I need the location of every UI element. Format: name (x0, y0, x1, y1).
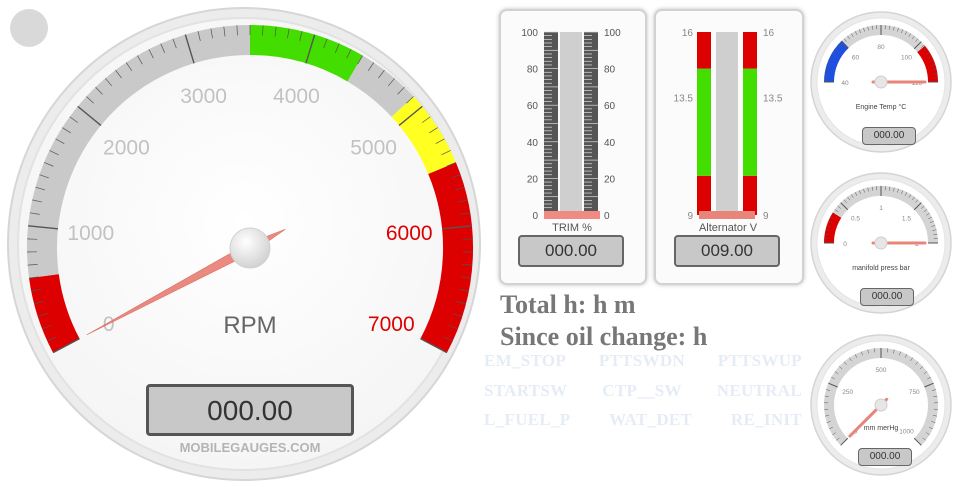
status-l-fuel-p: L_FUEL_P (484, 410, 571, 429)
vacuum-readout-value: 000.00 (869, 451, 901, 462)
tach-tick-label: 5000 (350, 136, 397, 159)
trim-scale-label: 80 (604, 65, 616, 76)
manifold-needle-hub (874, 236, 888, 250)
alternator-band (743, 32, 757, 69)
alternator-scale-label: 16 (763, 28, 775, 39)
trim-readout: 000.00 (518, 235, 624, 267)
vacuum-tick-label: 250 (842, 389, 853, 396)
alternator-band (697, 32, 711, 69)
alternator-level-marker (699, 211, 755, 219)
trim-scale-label: 100 (604, 28, 621, 39)
vacuum-needle-hub (874, 398, 888, 412)
alternator-band (697, 68, 711, 176)
status-row-3: L_FUEL_P WAT_DET RE_INIT (484, 410, 802, 430)
tach-unit-label: RPM (223, 312, 276, 339)
alternator-readout-value: 009.00 (701, 241, 753, 260)
trim-scale-label: 0 (604, 211, 610, 222)
tach-tick-label: 6000 (386, 222, 433, 245)
manifold-readout: 000.00 (860, 288, 914, 306)
status-startsw: STARTSW (484, 381, 568, 400)
engine-temp-readout: 000.00 (862, 127, 916, 145)
brand-label: MOBILEGAUGES.COM (180, 440, 321, 455)
trim-scale-label: 100 (521, 28, 538, 39)
alternator-scale-label: 13.5 (763, 93, 783, 104)
vacuum-readout: 000.00 (858, 448, 912, 466)
alternator-scale-label: 16 (682, 28, 694, 39)
status-pttswup: PTTSWUP (717, 351, 802, 370)
manifold-tick-label: 0 (843, 241, 847, 248)
manifold-tick-label: 1 (879, 205, 883, 212)
trim-scale-label: 0 (532, 211, 538, 222)
trim-scale-label: 40 (604, 138, 616, 149)
tach-tick-label: 2000 (103, 136, 150, 159)
alternator-bar-track (716, 32, 738, 215)
trim-scale-label: 60 (604, 101, 616, 112)
trim-level-marker (544, 211, 600, 219)
alternator-readout: 009.00 (674, 235, 780, 267)
alternator-band (743, 175, 757, 215)
trim-scale-label: 20 (604, 174, 616, 185)
trim-readout-value: 000.00 (545, 241, 597, 260)
oil-change-text: Since oil change: h (500, 322, 708, 351)
alternator-scale-label: 13.5 (674, 93, 694, 104)
manifold-tick-label: 1.5 (902, 216, 911, 223)
trim-scale-label: 20 (527, 174, 539, 185)
tach-needle-hub (229, 227, 271, 269)
trim-label: TRIM % (552, 222, 592, 232)
alternator-band (743, 68, 757, 176)
tach-readout: 000.00 (146, 384, 354, 436)
alternator-label: Alternator V (699, 222, 758, 232)
trim-scale-label: 40 (527, 138, 539, 149)
status-re-init: RE_INIT (730, 410, 802, 429)
vacuum-tick-label: 500 (876, 367, 887, 374)
tach-readout-value: 000.00 (207, 395, 293, 426)
status-ctp-sw: CTP__SW (602, 381, 682, 400)
vacuum-tick-label: 750 (909, 389, 920, 396)
tach-tick-label: 4000 (273, 85, 320, 108)
manifold-readout-value: 000.00 (871, 291, 903, 302)
manifold-label: manifold press bar (852, 265, 910, 272)
alternator-scale-label: 9 (687, 211, 693, 222)
engine-temp-readout-value: 000.00 (873, 130, 905, 141)
engine_temp-needle-hub (874, 75, 888, 89)
trim-scale-label: 80 (527, 65, 539, 76)
trim-scale-label: 60 (527, 101, 539, 112)
status-pttswdn: PTTSWDN (598, 351, 685, 370)
engine_temp-label: Engine Temp °C (856, 103, 907, 111)
alternator-band (697, 175, 711, 215)
manifold-tick-label: 0.5 (851, 216, 860, 223)
engine_temp-tick-label: 60 (852, 55, 860, 62)
tach-tick-label: 7000 (368, 313, 415, 336)
status-em-stop: EM_STOP (484, 351, 567, 370)
total-hours-text: Total h: h m (500, 290, 636, 319)
alternator-gauge: 16 16 13.5 13.5 9 9 Alternator V (674, 28, 783, 232)
engine_temp-tick-label: 40 (841, 80, 849, 87)
engine_temp-tick-label: 100 (901, 55, 912, 62)
status-neutral: NEUTRAL (716, 381, 802, 400)
engine_temp-tick-label: 80 (877, 44, 885, 51)
status-wat-det: WAT_DET (609, 410, 693, 429)
trim-bar-track (560, 32, 582, 215)
tach-tick-label: 1000 (67, 222, 114, 245)
tach-tick-label: 3000 (180, 85, 227, 108)
vacuum-label: mm merHg (864, 425, 899, 432)
alternator-scale-label: 9 (763, 211, 769, 222)
status-row-1: EM_STOP PTTSWDN PTTSWUP (484, 351, 802, 371)
vacuum-tick-label: 1000 (899, 428, 914, 435)
trim-gauge: 100 100 80 80 60 60 40 40 20 20 0 0 TRIM % (521, 28, 621, 232)
status-row-2: STARTSW CTP__SW NEUTRAL (484, 381, 802, 401)
